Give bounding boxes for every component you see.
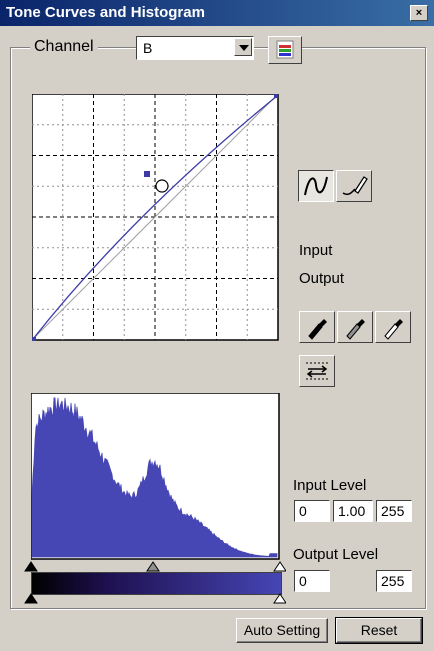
swap-levels-button[interactable] [299,355,335,387]
group-divider [254,47,268,48]
tone-curve-graph[interactable] [32,94,280,342]
tone-curves-window: Tone Curves and Histogram × Channel B In… [0,0,434,651]
curve-selected-point[interactable] [155,179,169,193]
curve-control-point[interactable] [144,171,150,177]
input-black-field[interactable]: 0 [294,500,330,522]
gray-point-eyedropper-button[interactable] [337,311,373,343]
channel-select-value: B [143,40,153,56]
close-button[interactable]: × [410,5,428,21]
histogram-toggle-button[interactable] [268,36,302,64]
input-gamma-handle[interactable] [146,561,160,572]
eyedropper-gray-icon [346,319,365,340]
input-black-handle[interactable] [24,561,38,572]
input-white-handle[interactable] [273,561,286,572]
eyedropper-black-icon [308,319,327,340]
output-level-slider[interactable] [22,592,286,604]
input-white-field[interactable]: 255 [376,500,412,522]
group-divider [100,47,136,48]
chevron-down-icon[interactable] [234,38,252,56]
output-readout-label: Output [299,270,345,287]
histogram-icon [276,40,294,59]
output-black-handle[interactable] [24,593,38,604]
channel-select[interactable]: B [136,36,254,60]
input-level-label: Input Level [293,477,367,494]
curve-point-black[interactable] [32,337,36,341]
freehand-mode-button[interactable] [336,170,372,202]
output-white-field[interactable]: 255 [376,570,412,592]
title-bar[interactable]: Tone Curves and Histogram × [0,0,434,26]
input-gamma-field[interactable]: 1.00 [333,500,373,522]
eyedropper-white-icon [384,319,403,340]
input-readout-label: Input [299,242,333,259]
white-point-eyedropper-button[interactable] [375,311,411,343]
curve-icon [304,176,328,196]
channel-label: Channel [30,38,98,56]
black-point-eyedropper-button[interactable] [299,311,335,343]
auto-setting-button[interactable]: Auto Setting [236,618,328,643]
output-black-field[interactable]: 0 [294,570,330,592]
window-title: Tone Curves and Histogram [6,4,205,21]
histogram-graph [31,393,280,560]
swap-levels-icon [306,362,328,380]
curve-mode-button[interactable] [298,170,334,202]
pencil-icon [342,176,368,196]
curve-point-white[interactable] [274,94,278,98]
input-level-slider[interactable] [22,560,286,572]
reset-button[interactable]: Reset [335,617,423,644]
output-level-label: Output Level [293,546,379,563]
close-icon: × [415,7,423,19]
output-white-handle[interactable] [273,593,286,604]
group-divider [304,47,424,48]
